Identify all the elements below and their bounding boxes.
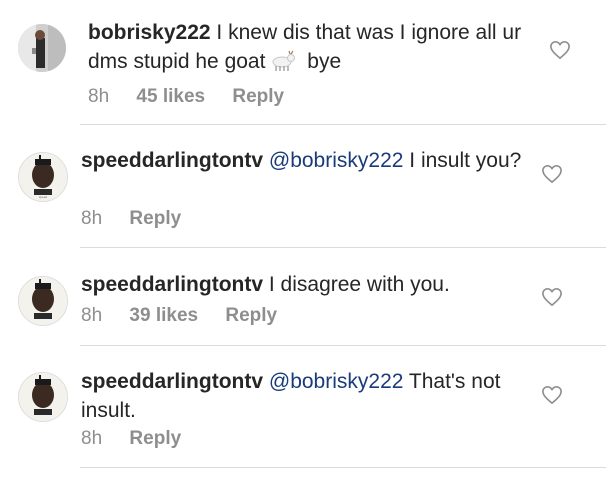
comment-time: 8h: [81, 428, 103, 449]
comment-username[interactable]: speeddarlingtontv: [81, 273, 263, 296]
mention-link[interactable]: @bobrisky222: [269, 370, 404, 393]
avatar-image: [18, 24, 66, 72]
comment-body: speeddarlingtontv I disagree with you.: [81, 270, 551, 299]
goat-emoji-icon: [269, 50, 297, 80]
divider: [80, 124, 606, 125]
comment-username[interactable]: speeddarlingtontv: [81, 149, 263, 172]
divider: [80, 467, 606, 468]
comment-text: I insult you?: [409, 149, 522, 172]
avatar-image: [19, 373, 67, 421]
comment-text-end: bye: [307, 50, 342, 73]
reply-button[interactable]: Reply: [232, 86, 284, 107]
avatar[interactable]: speed: [18, 152, 68, 202]
reply-button[interactable]: Reply: [225, 305, 277, 326]
avatar-image: speed: [19, 153, 67, 201]
heart-outline-icon[interactable]: [541, 287, 563, 307]
comment-likes[interactable]: 45 likes: [136, 86, 205, 107]
avatar[interactable]: [18, 24, 66, 72]
heart-outline-icon[interactable]: [549, 40, 571, 60]
comment-time: 8h: [81, 305, 103, 326]
comment-meta: 8h 45 likes Reply: [88, 86, 306, 108]
comment-meta: 8h 39 likes Reply: [81, 305, 299, 327]
divider: [80, 345, 606, 346]
avatar[interactable]: [18, 276, 68, 326]
divider: [80, 247, 606, 248]
comment-username[interactable]: speeddarlingtontv: [81, 370, 263, 393]
comment-username[interactable]: bobrisky222: [88, 21, 211, 44]
avatar-image: [19, 277, 67, 325]
comment-likes[interactable]: 39 likes: [129, 305, 198, 326]
comment-body: speeddarlingtontv @bobrisky222 I insult …: [81, 146, 551, 175]
comment-text: I disagree with you.: [268, 273, 450, 296]
comment-body: bobrisky222 I knew dis that was I ignore…: [88, 18, 558, 80]
avatar[interactable]: [18, 372, 68, 422]
comment-time: 8h: [81, 208, 103, 229]
comment-meta: 8h Reply: [81, 428, 203, 450]
comment-body: speeddarlingtontv @bobrisky222 That's no…: [81, 367, 551, 425]
comment-time: 8h: [88, 86, 110, 107]
heart-outline-icon[interactable]: [541, 164, 563, 184]
reply-button[interactable]: Reply: [129, 208, 181, 229]
heart-outline-icon[interactable]: [541, 385, 563, 405]
comment-meta: 8h Reply: [81, 208, 203, 230]
svg-text:speed: speed: [39, 195, 48, 199]
reply-button[interactable]: Reply: [129, 428, 181, 449]
mention-link[interactable]: @bobrisky222: [269, 149, 404, 172]
